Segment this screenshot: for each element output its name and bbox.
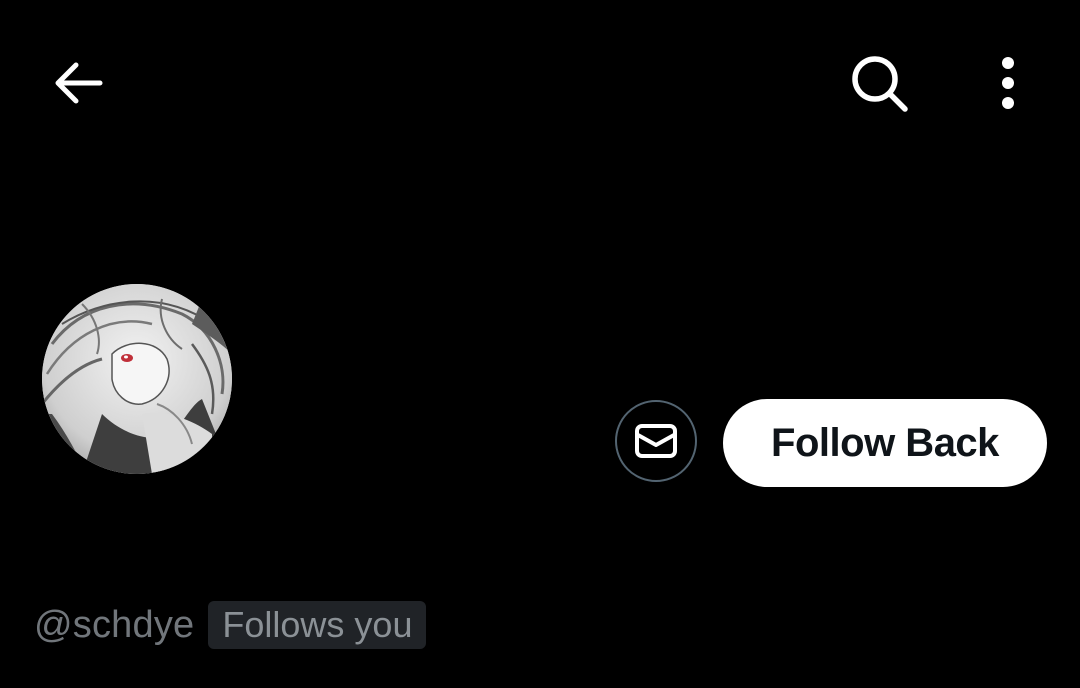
more-options-button[interactable] [986,50,1030,116]
search-icon [852,56,908,112]
envelope-icon [635,424,677,458]
profile-avatar[interactable] [42,284,232,474]
back-button[interactable] [44,54,112,112]
profile-handle: @schdye [34,603,195,646]
handle-row: @schdye Follows you [34,600,427,650]
follows-you-badge: Follows you [208,601,427,649]
avatar-image [42,284,232,474]
more-vertical-icon [1002,57,1014,109]
search-button[interactable] [846,50,912,116]
follow-back-button[interactable]: Follow Back [723,399,1047,487]
arrow-left-icon [55,62,103,104]
message-button[interactable] [615,400,697,482]
